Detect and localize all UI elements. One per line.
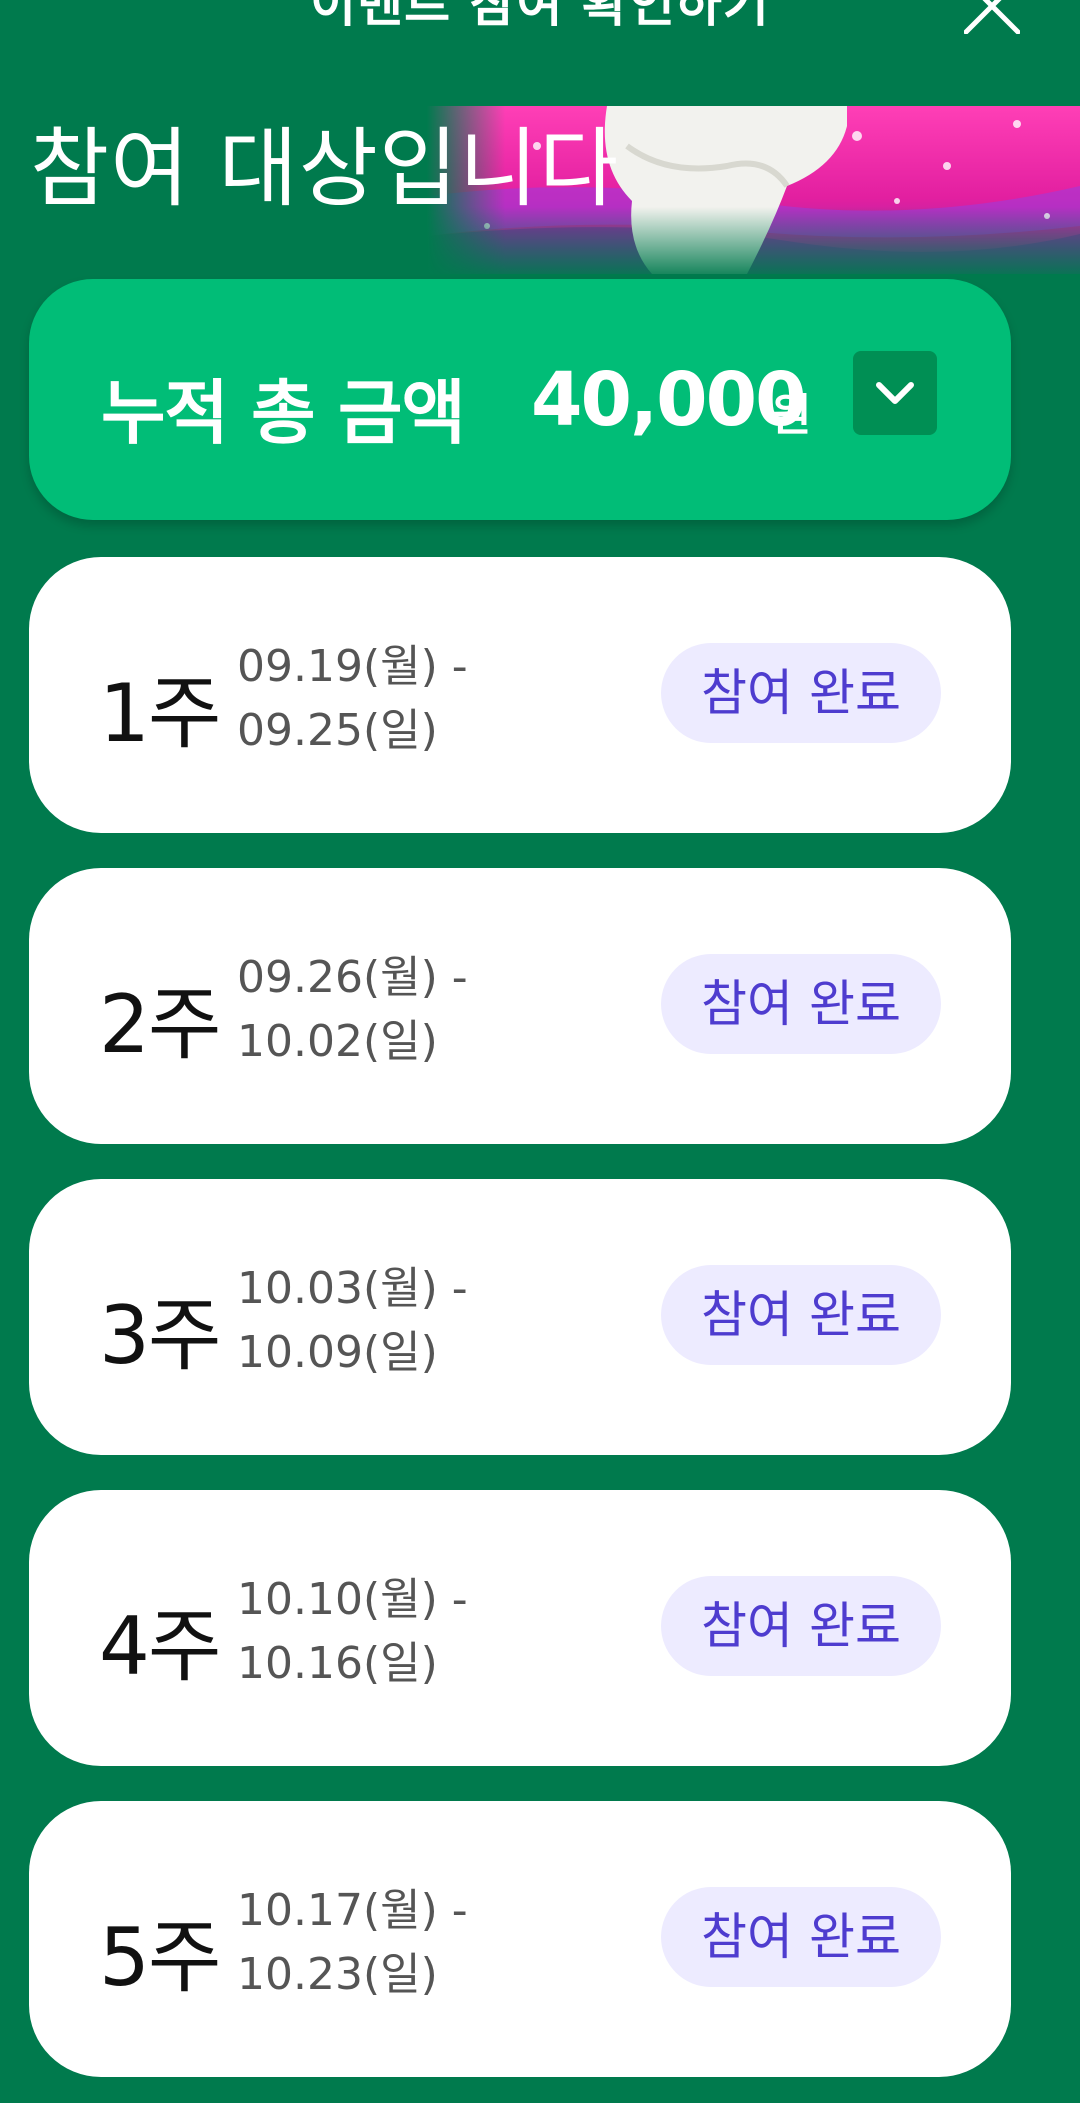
week-card: 2주 09.26(월) - 10.02(일) 참여 완료 xyxy=(29,868,1011,1144)
week-start-date: 10.10(월) - xyxy=(237,1574,468,1625)
status-badge: 참여 완료 xyxy=(661,1887,941,1987)
expand-toggle-button[interactable] xyxy=(853,351,937,435)
status-badge: 참여 완료 xyxy=(661,1576,941,1676)
week-end-date: 09.25(일) xyxy=(237,705,438,756)
close-icon xyxy=(963,0,1021,35)
close-button[interactable] xyxy=(963,0,1021,35)
event-participation-screen: 이벤트 참여 확인하기 참여 대상입니다 누적 총 금액 40,000 원 1주… xyxy=(0,0,1080,2103)
total-label: 누적 총 금액 xyxy=(101,372,466,454)
week-dates: 10.03(월) - 10.09(일) xyxy=(237,1257,468,1385)
total-amount-card[interactable]: 누적 총 금액 40,000 원 xyxy=(29,279,1011,520)
week-start-date: 10.17(월) - xyxy=(237,1885,468,1936)
week-dates: 10.10(월) - 10.16(일) xyxy=(237,1568,468,1696)
week-dates: 10.17(월) - 10.23(일) xyxy=(237,1879,468,2007)
week-start-date: 09.19(월) - xyxy=(237,641,468,692)
week-card: 1주 09.19(월) - 09.25(일) 참여 완료 xyxy=(29,557,1011,833)
chevron-down-icon xyxy=(876,382,914,404)
status-badge: 참여 완료 xyxy=(661,643,941,743)
week-start-date: 10.03(월) - xyxy=(237,1263,468,1314)
week-dates: 09.19(월) - 09.25(일) xyxy=(237,635,468,763)
total-unit: 원 xyxy=(771,390,812,441)
week-label: 2주 xyxy=(99,978,221,1071)
eligibility-message: 참여 대상입니다 xyxy=(30,119,620,219)
week-label: 4주 xyxy=(99,1600,221,1693)
week-card: 5주 10.17(월) - 10.23(일) 참여 완료 xyxy=(29,1801,1011,2077)
week-end-date: 10.02(일) xyxy=(237,1016,438,1067)
week-card: 4주 10.10(월) - 10.16(일) 참여 완료 xyxy=(29,1490,1011,1766)
week-dates: 09.26(월) - 10.02(일) xyxy=(237,946,468,1074)
week-label: 5주 xyxy=(99,1911,221,2004)
status-badge: 참여 완료 xyxy=(661,954,941,1054)
week-card: 3주 10.03(월) - 10.09(일) 참여 완료 xyxy=(29,1179,1011,1455)
status-badge: 참여 완료 xyxy=(661,1265,941,1365)
total-amount: 40,000 xyxy=(531,357,807,443)
week-end-date: 10.09(일) xyxy=(237,1327,438,1378)
week-end-date: 10.23(일) xyxy=(237,1949,438,2000)
page-title: 이벤트 참여 확인하기 xyxy=(310,0,770,33)
week-start-date: 09.26(월) - xyxy=(237,952,468,1003)
week-label: 3주 xyxy=(99,1289,221,1382)
week-label: 1주 xyxy=(99,667,221,760)
week-end-date: 10.16(일) xyxy=(237,1638,438,1689)
